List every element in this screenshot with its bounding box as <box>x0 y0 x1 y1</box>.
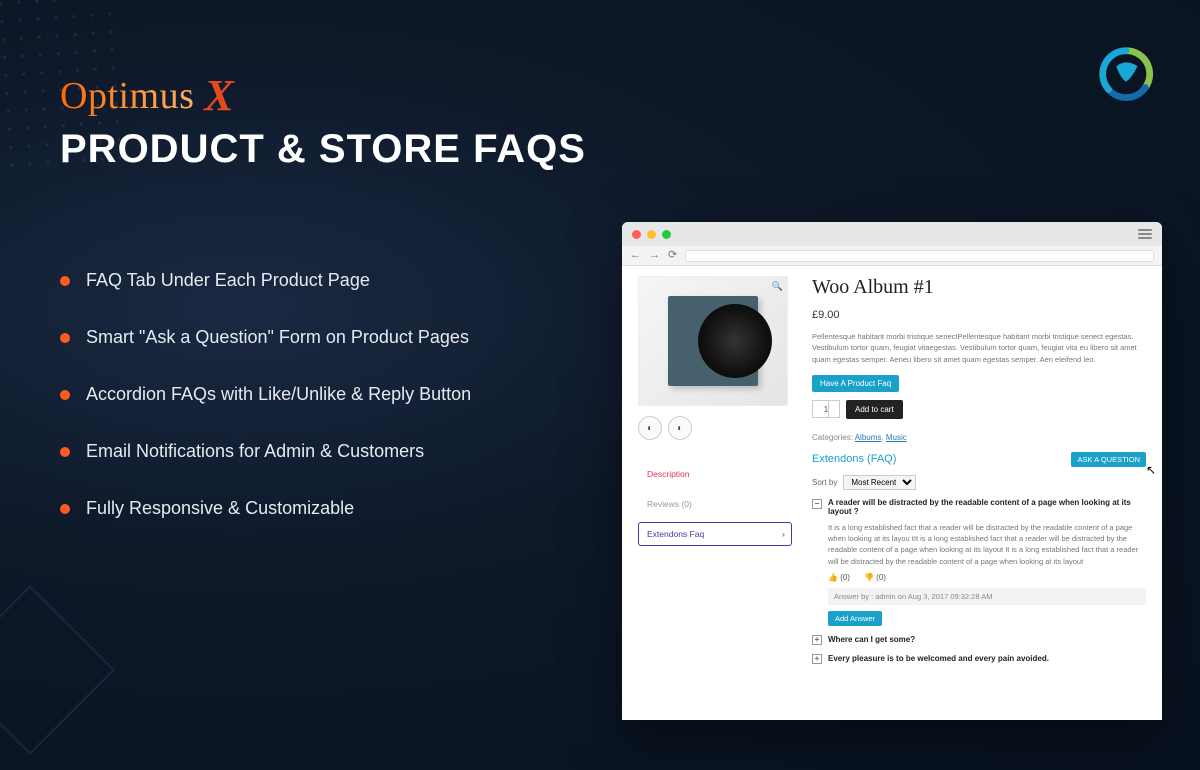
feature-item: FAQ Tab Under Each Product Page <box>60 270 600 291</box>
traffic-lights <box>632 230 671 239</box>
feature-text: Smart "Ask a Question" Form on Product P… <box>86 327 469 348</box>
window-titlebar <box>622 222 1162 246</box>
cursor-icon: ↖ <box>1146 463 1156 477</box>
brand-name: Optimus <box>60 74 194 118</box>
forward-icon[interactable]: → <box>649 250 660 261</box>
faq-heading: Extendons (FAQ) <box>812 453 896 465</box>
decorative-diamond <box>0 585 115 755</box>
sort-select[interactable]: Most Recent <box>843 475 916 490</box>
add-answer-button[interactable]: Add Answer <box>828 611 882 626</box>
like-count: (0) <box>840 573 850 582</box>
product-image[interactable]: 🔍 <box>638 276 788 406</box>
feature-item: Email Notifications for Admin & Customer… <box>60 441 600 462</box>
collapse-icon[interactable]: − <box>812 499 822 509</box>
product-right-column: Woo Album #1 £9.00 Pellentesque habitant… <box>802 266 1162 720</box>
dislike-button[interactable]: 👎 (0) <box>864 573 886 582</box>
browser-toolbar: ← → ⟳ <box>622 246 1162 266</box>
feature-item: Accordion FAQs with Like/Unlike & Reply … <box>60 384 600 405</box>
thumbnail[interactable]: ◐ <box>668 416 692 440</box>
page-content: 🔍 ◐ ◐ Description Reviews (0) Extendons … <box>622 266 1162 720</box>
faq-answer: It is a long established fact that a rea… <box>828 522 1146 567</box>
thumbnail-row: ◐ ◐ <box>638 416 792 440</box>
like-button[interactable]: 👍 (0) <box>828 573 850 582</box>
minimize-icon[interactable] <box>647 230 656 239</box>
product-title: Woo Album #1 <box>812 276 1146 299</box>
thumbnail[interactable]: ◐ <box>638 416 662 440</box>
back-icon[interactable]: ← <box>630 250 641 261</box>
product-price: £9.00 <box>812 309 1146 321</box>
bullet-icon <box>60 390 70 400</box>
bullet-icon <box>60 276 70 286</box>
faq-question: Every pleasure is to be welcomed and eve… <box>828 654 1049 663</box>
vote-row: 👍 (0) 👎 (0) <box>828 573 1146 582</box>
faq-question: A reader will be distracted by the reada… <box>828 498 1146 516</box>
categories-label: Categories: <box>812 433 853 442</box>
have-faq-button[interactable]: Have A Product Faq <box>812 375 899 392</box>
feature-item: Fully Responsive & Customizable <box>60 498 600 519</box>
browser-preview: ← → ⟳ 🔍 ◐ ◐ Description Reviews (0) Exte… <box>622 222 1162 720</box>
faq-question-row[interactable]: − A reader will be distracted by the rea… <box>812 498 1146 516</box>
product-left-column: 🔍 ◐ ◐ Description Reviews (0) Extendons … <box>622 266 802 720</box>
close-icon[interactable] <box>632 230 641 239</box>
faq-question: Where can I get some? <box>828 635 915 644</box>
quantity-stepper[interactable]: 1 <box>812 400 840 418</box>
address-bar[interactable] <box>685 250 1154 262</box>
company-badge-icon <box>1097 45 1155 103</box>
maximize-icon[interactable] <box>662 230 671 239</box>
header: Optimus X PRODUCT & STORE FAQS <box>60 70 586 172</box>
bullet-icon <box>60 504 70 514</box>
expand-icon[interactable]: + <box>812 635 822 645</box>
category-link[interactable]: Albums <box>855 433 882 442</box>
bullet-icon <box>60 447 70 457</box>
category-link[interactable]: Music <box>886 433 907 442</box>
tab-reviews[interactable]: Reviews (0) <box>638 492 792 516</box>
album-artwork <box>668 296 758 386</box>
categories: Categories: Albums, Music <box>812 433 1146 442</box>
ask-question-label: ASK A QUESTION <box>1077 455 1140 464</box>
feature-text: Fully Responsive & Customizable <box>86 498 354 519</box>
brand-suffix: X <box>204 70 234 121</box>
answer-meta: Answer by : admin on Aug 3, 2017 09:32:2… <box>828 588 1146 605</box>
expand-icon[interactable]: + <box>812 654 822 664</box>
faq-item-collapsed[interactable]: + Every pleasure is to be welcomed and e… <box>812 653 1146 664</box>
dislike-count: (0) <box>876 573 886 582</box>
ask-question-button[interactable]: ASK A QUESTION ↖ <box>1071 452 1146 467</box>
tab-description[interactable]: Description <box>638 462 792 486</box>
brand-logo: Optimus X <box>60 70 586 121</box>
feature-list: FAQ Tab Under Each Product Page Smart "A… <box>60 270 600 555</box>
page-title: PRODUCT & STORE FAQS <box>60 127 586 172</box>
reload-icon[interactable]: ⟳ <box>668 250 677 261</box>
bullet-icon <box>60 333 70 343</box>
add-to-cart-button[interactable]: Add to cart <box>846 400 903 419</box>
zoom-icon[interactable]: 🔍 <box>772 281 783 292</box>
sort-label: Sort by <box>812 478 837 487</box>
feature-text: Email Notifications for Admin & Customer… <box>86 441 424 462</box>
cart-row: 1 Add to cart <box>812 400 1146 419</box>
product-tabs: Description Reviews (0) Extendons Faq <box>638 462 792 546</box>
faq-item-collapsed[interactable]: + Where can I get some? <box>812 634 1146 645</box>
menu-icon[interactable] <box>1138 229 1152 239</box>
feature-item: Smart "Ask a Question" Form on Product P… <box>60 327 600 348</box>
feature-text: FAQ Tab Under Each Product Page <box>86 270 370 291</box>
feature-text: Accordion FAQs with Like/Unlike & Reply … <box>86 384 471 405</box>
faq-item-expanded: − A reader will be distracted by the rea… <box>812 498 1146 626</box>
faq-heading-row: Extendons (FAQ) ASK A QUESTION ↖ <box>812 452 1146 467</box>
tab-extendons-faq[interactable]: Extendons Faq <box>638 522 792 546</box>
product-description: Pellentesque habitant morbi tristique se… <box>812 331 1146 365</box>
sort-row: Sort by Most Recent <box>812 475 1146 490</box>
